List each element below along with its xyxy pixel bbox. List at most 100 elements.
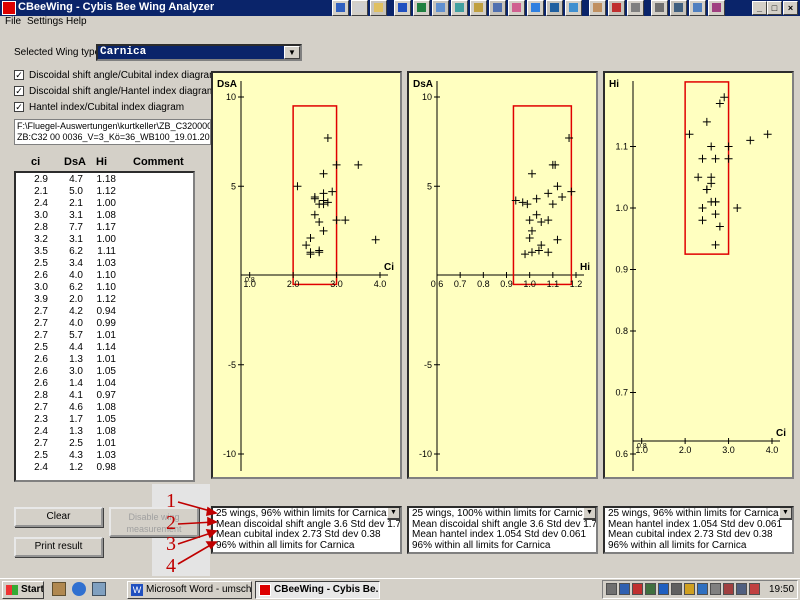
scrollbar[interactable]: ▲▼ <box>387 508 400 520</box>
display-icon[interactable] <box>736 583 747 595</box>
globe-icon[interactable] <box>565 0 582 16</box>
menu-help[interactable]: Help <box>66 16 87 27</box>
clip-icon[interactable] <box>670 0 687 16</box>
scroll-down-icon[interactable]: ▼ <box>583 508 596 519</box>
close-button[interactable]: × <box>783 1 798 15</box>
data-point-marker <box>341 216 350 225</box>
summary-line: Mean cubital index 2.73 Std dev 0.38 <box>608 529 773 540</box>
cell-hi: 1.11 <box>97 246 116 257</box>
data-point-marker <box>328 187 337 196</box>
keyboard-icon[interactable] <box>749 583 760 595</box>
bluetooth-icon[interactable] <box>658 583 669 595</box>
book-icon[interactable] <box>708 0 725 16</box>
clip-icon-glyph <box>674 3 683 12</box>
flag-icon[interactable] <box>608 0 625 16</box>
document-icon[interactable] <box>351 0 368 16</box>
calculator-icon[interactable] <box>651 0 668 16</box>
maximize-button[interactable]: □ <box>767 1 782 15</box>
start-button[interactable]: Start <box>2 581 44 599</box>
data-point-marker <box>544 189 553 198</box>
data-point-marker <box>525 216 534 225</box>
pen-icon-glyph <box>336 3 345 12</box>
cell-hi: 1.00 <box>96 234 116 245</box>
cell-dsa: 5.0 <box>69 186 83 197</box>
summary-line: 96% within all limits for Carnica <box>216 539 355 551</box>
x-tick-label: 1.2 <box>570 279 583 289</box>
power-icon[interactable] <box>723 583 734 595</box>
calendar-icon[interactable] <box>370 0 387 16</box>
data-point-marker <box>707 179 716 188</box>
x-tick-label: 3.0 <box>722 445 735 455</box>
image-icon[interactable] <box>432 0 449 16</box>
pen-icon[interactable] <box>332 0 349 16</box>
data-point-marker <box>332 160 341 169</box>
browser-icon[interactable] <box>72 582 86 596</box>
word-icon[interactable] <box>394 0 411 16</box>
data-point-marker <box>310 194 319 203</box>
menu-file[interactable]: File <box>5 16 21 27</box>
y-tick-label: 10 <box>422 92 432 102</box>
help-icon[interactable] <box>546 0 563 16</box>
network-icon[interactable] <box>489 0 506 16</box>
cell-dsa: 3.4 <box>69 258 83 269</box>
checkbox-dsa-hi[interactable]: ✓ <box>14 86 24 96</box>
monitor-icon[interactable] <box>645 583 656 595</box>
folder-icon[interactable] <box>470 0 487 16</box>
hand-icon[interactable] <box>589 0 606 16</box>
scroll-down-icon[interactable]: ▼ <box>779 508 792 519</box>
clock: 19:50 <box>769 584 795 595</box>
menu-settings[interactable]: Settings <box>27 16 63 27</box>
palette-icon[interactable] <box>508 0 525 16</box>
task-cbeewing[interactable]: CBeeWing - Cybis Be... <box>255 581 380 599</box>
monitor-icon[interactable] <box>689 0 706 16</box>
file-path-box: F:\Fluegel-Auswertungen\kurtkeller\ZB_C3… <box>14 119 211 145</box>
cell-dsa: 1.7 <box>69 414 83 425</box>
wing-type-label: Selected Wing type: <box>14 47 103 58</box>
cell-hi: 1.17 <box>96 222 116 233</box>
desktop-icon[interactable] <box>92 582 106 596</box>
volume-icon[interactable] <box>606 583 617 595</box>
cell-dsa: 2.5 <box>69 438 83 449</box>
shield-icon[interactable] <box>697 583 708 595</box>
chevron-down-icon[interactable]: ▼ <box>284 46 300 59</box>
windows-icon[interactable] <box>527 0 544 16</box>
task-word[interactable]: W Microsoft Word - umschrei... <box>127 581 252 599</box>
scroll-down-icon[interactable]: ▼ <box>387 508 400 519</box>
cell-hi: 1.08 <box>96 402 116 413</box>
refresh-icon[interactable] <box>451 0 468 16</box>
minimize-button[interactable]: _ <box>752 1 767 15</box>
cell-hi: 1.12 <box>96 294 116 305</box>
cell-ci: 2.1 <box>34 186 48 197</box>
data-point-marker <box>558 192 567 201</box>
scrollbar[interactable]: ▲▼ <box>583 508 596 520</box>
scrollbar[interactable]: ▲▼ <box>779 508 792 520</box>
data-point-marker <box>548 200 557 209</box>
checkbox-dsa-ci[interactable]: ✓ <box>14 70 24 80</box>
word-icon-glyph <box>398 3 407 12</box>
wing-type-select[interactable]: Carnica ▼ <box>96 44 302 61</box>
settings-icon[interactable] <box>627 0 644 16</box>
network-icon[interactable] <box>619 583 630 595</box>
data-point-marker <box>323 134 332 143</box>
antivirus-icon[interactable] <box>632 583 643 595</box>
y-axis-title: DsA <box>217 79 237 90</box>
clear-button[interactable]: Clear <box>14 507 103 527</box>
clipboard-icon[interactable] <box>710 583 721 595</box>
palette-icon-glyph <box>512 3 521 12</box>
quick-launch-icon[interactable] <box>52 582 66 596</box>
data-point-marker <box>302 241 311 250</box>
printer-icon[interactable] <box>671 583 682 595</box>
checkbox-hi-ci[interactable]: ✓ <box>14 102 24 112</box>
app-icon[interactable] <box>2 1 16 15</box>
chart-svg: 105-5-101.0 2.0 3.0 4.00.8DsACi <box>217 79 394 471</box>
cell-ci: 2.8 <box>34 390 48 401</box>
excel-icon[interactable] <box>413 0 430 16</box>
measurement-list[interactable]: 2.9 4.7 1.18 2.1 5.0 1.12 2.4 2.1 1.00 3.0 3.1 1.08… <box>14 171 195 482</box>
folder-icon-glyph <box>474 3 483 12</box>
data-point-marker <box>521 250 530 259</box>
data-point-marker <box>306 234 315 243</box>
print-result-button[interactable]: Print result <box>14 537 103 557</box>
update-icon[interactable] <box>684 583 695 595</box>
annotation-4: 4 <box>166 555 176 576</box>
y-tick-label: 10 <box>226 92 236 102</box>
